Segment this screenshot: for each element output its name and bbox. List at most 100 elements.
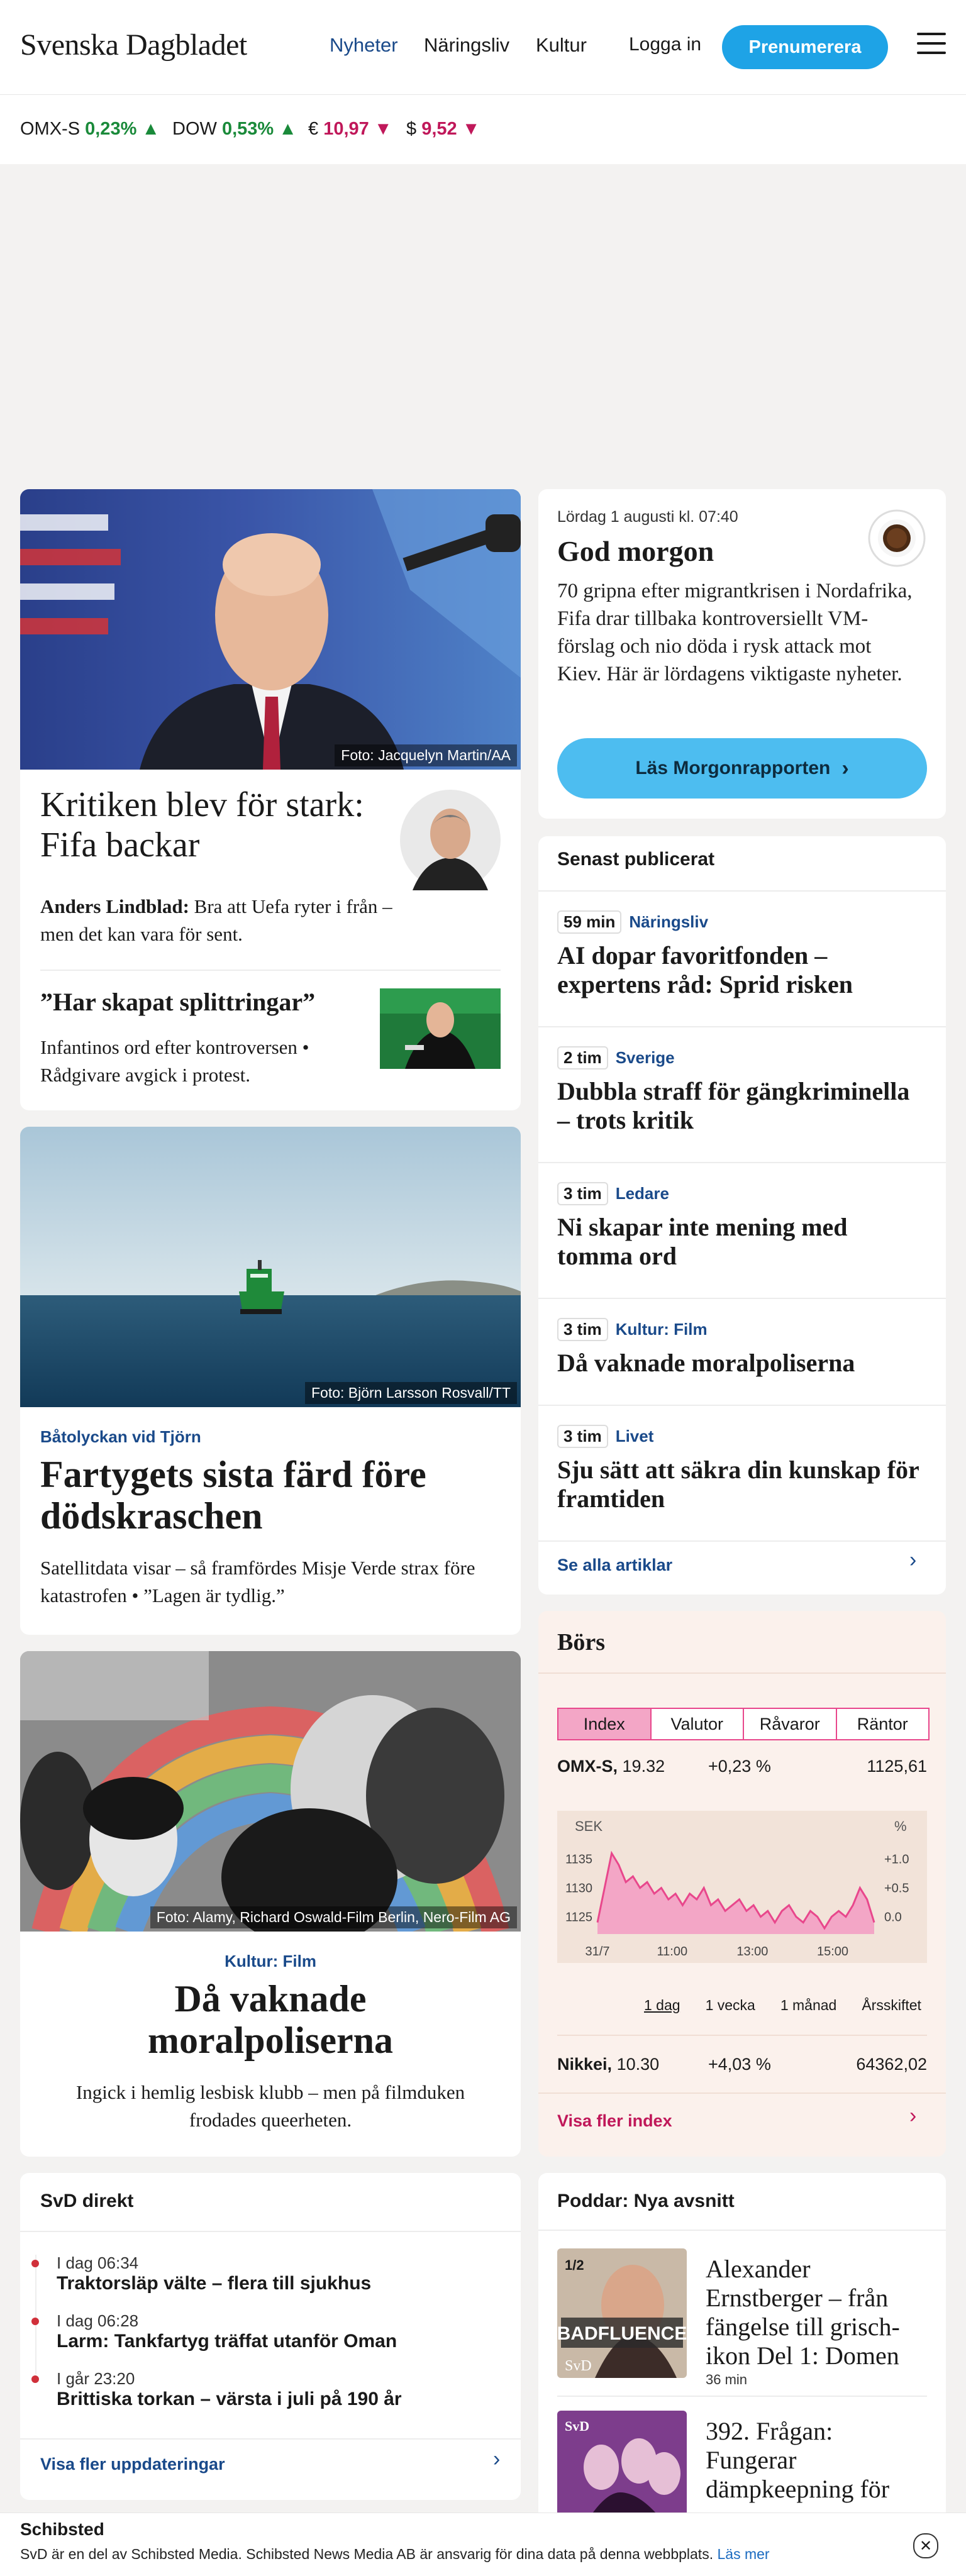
nav-naringsliv[interactable]: Näringsliv [424,34,509,57]
divider [538,1540,946,1542]
sub-thumbnail [380,988,501,1069]
chevron-right-icon[interactable]: › [909,1548,916,1573]
more-updates-link[interactable]: Visa fler uppdateringar [40,2455,225,2474]
sub-headline[interactable]: ”Har skapat splittringar” [40,987,315,1017]
chart-ylabel: SEK [575,1818,602,1834]
see-all-articles-link[interactable]: Se alla artiklar [557,1556,672,1575]
second-index-row[interactable]: Nikkei, 10.30 [557,2055,659,2074]
more-index-link[interactable]: Visa fler index [557,2111,672,2131]
period-1-day[interactable]: 1 dag [644,1997,680,2014]
film-article-card[interactable]: Foto: Alamy, Richard Oswald-Film Berlin,… [20,1651,521,2157]
direkt-item[interactable]: I går 23:20 Brittiska torkan – värsta i … [31,2369,497,2410]
divider [557,2035,927,2036]
chevron-right-icon: › [841,756,849,780]
film-headline[interactable]: Då vaknade moralpoliserna [58,1978,483,2061]
period-selector: 1 dag 1 vecka 1 månad Årsskiftet [644,1997,921,2014]
ship-text: Satellitdata visar – så framfördes Misje… [40,1557,475,1606]
divider [20,2231,521,2232]
tab-ravaror[interactable]: Råvaror [744,1709,837,1739]
latest-item[interactable]: 3 tim Livet Sju sätt att säkra din kunska… [557,1425,928,1513]
nav-kultur[interactable]: Kultur [536,34,587,57]
ticker-dollar[interactable]: $ 9,52 ▼ [406,119,480,140]
ship-headline[interactable]: Fartygets sista färd före dödskraschen [40,1454,506,1537]
film-kicker[interactable]: Kultur: Film [20,1952,521,1971]
morning-title: God morgon [557,535,714,567]
chevron-right-icon[interactable]: › [493,2447,500,2472]
morning-report-button[interactable]: Läs Morgonrapporten › [557,738,927,799]
arrow-up-icon: ▲ [142,119,160,139]
bors-card: Börs Index Valutor Råvaror Räntor OMX-S,… [538,1611,946,2157]
morning-card: Lördag 1 augusti kl. 07:40 God morgon 70… [538,489,946,819]
latest-item[interactable]: 2 tim Sverige Dubbla straff för gängkrimi… [557,1046,928,1135]
tab-index[interactable]: Index [558,1709,652,1739]
second-index-level: 64362,02 [856,2055,927,2074]
latest-item[interactable]: 3 tim Ledare Ni skapar inte mening med to… [557,1182,928,1271]
divider [538,1298,946,1299]
latest-item[interactable]: 59 min Näringsliv AI dopar favoritfonden … [557,910,928,999]
direkt-item[interactable]: I dag 06:34 Traktorsläp välte – flera ti… [31,2253,497,2294]
period-ytd[interactable]: Årsskiftet [862,1997,921,2014]
latest-item[interactable]: 3 tim Kultur: Film Då vaknade moralpolise… [557,1318,928,1378]
divider [538,1405,946,1406]
bors-title: Börs [557,1629,605,1656]
x-tick-label: 13:00 [736,1945,768,1959]
lead-article-card[interactable]: Foto: Jacquelyn Martin/AA Kritiken blev … [20,489,521,1110]
poddar-title: Poddar: Nya avsnitt [557,2191,735,2211]
y2-tick-label: +1.0 [884,1853,909,1867]
y2-tick-label: +0.5 [884,1882,909,1896]
film-photo [20,1651,521,1932]
photo-credit: Foto: Björn Larsson Rosvall/TT [304,1382,517,1404]
subscribe-button[interactable]: Prenumerera [722,25,888,69]
divider [20,2438,521,2440]
episode-title: Alexander Ernstberger – från fängelse ti… [706,2255,900,2370]
dot-icon [31,2318,39,2325]
sub-text: Infantinos ord efter kontroversen • Rådg… [40,1036,309,1086]
cover-text: BADFLUENCE [557,2323,687,2344]
chevron-right-icon[interactable]: › [909,2104,916,2128]
consent-text: SvD är en del av Schibsted Media. Schibs… [20,2546,770,2562]
ticker-omxs[interactable]: OMX-S 0,23% ▲ [20,119,160,140]
index-change: +0,23 % [708,1757,771,1776]
arrow-down-icon: ▼ [374,119,392,139]
read-more-link[interactable]: Läs mer [717,2546,769,2562]
period-1-week[interactable]: 1 vecka [706,1997,755,2014]
divider [538,890,946,892]
tab-rantor[interactable]: Räntor [836,1709,928,1739]
morning-text: 70 gripna efter migrantkrisen i Nordafri… [557,580,913,685]
index-chart[interactable]: SEK % 1135 1130 1125 +1.0 +0.5 0.0 31/7 11:00 13… [557,1811,927,1963]
y-tick-label: 1130 [565,1882,592,1896]
market-ticker: OMX-S 0,23% ▲ DOW 0,53% ▲ € 10,97 ▼ $ 9,… [0,95,966,164]
x-tick-label: 11:00 [657,1945,688,1959]
tab-valutor[interactable]: Valutor [651,1709,744,1739]
arrow-up-icon: ▲ [279,119,297,139]
schibsted-logo: Schibsted [20,2519,104,2539]
close-icon[interactable]: ✕ [913,2533,938,2558]
index-row[interactable]: OMX-S, 19.32 [557,1757,665,1776]
y-tick-label: 1125 [565,1910,592,1924]
ship-article-card[interactable]: Foto: Björn Larsson Rosvall/TT Båtolycka… [20,1127,521,1635]
photo-credit: Foto: Alamy, Richard Oswald-Film Berlin,… [150,1906,517,1928]
episode-duration: 36 min [706,2372,748,2387]
lead-headline[interactable]: Kritiken blev för stark: Fifa backar [40,785,380,865]
coffee-cup-icon [868,509,926,567]
nav-nyheter[interactable]: Nyheter [330,34,398,57]
direkt-title: SvD direkt [40,2191,134,2211]
period-1-month[interactable]: 1 månad [780,1997,837,2014]
site-logo[interactable]: Svenska Dagbladet [20,28,247,62]
ship-photo [20,1127,521,1407]
ship-kicker[interactable]: Båtolyckan vid Tjörn [40,1427,201,1447]
podcast-episode[interactable]: BADFLUENCE 1/2 SvD Alexander Ernstberger… [557,2248,927,2387]
episode-badge: 1/2 [565,2257,584,2273]
ticker-dow[interactable]: DOW 0,53% ▲ [172,119,297,140]
y-tick-label: 1135 [565,1853,592,1867]
login-link[interactable]: Logga in [629,34,701,55]
consent-footer: Schibsted SvD är en del av Schibsted Med… [0,2512,966,2576]
ticker-euro[interactable]: € 10,97 ▼ [308,119,392,140]
photo-credit: Foto: Jacquelyn Martin/AA [335,744,517,766]
divider [557,2396,927,2397]
lead-byline: Anders Lindblad: Bra att Uefa ryter i fr… [40,893,430,948]
direkt-item[interactable]: I dag 06:28 Larm: Tankfartyg träffat uta… [31,2311,497,2352]
hamburger-menu-icon[interactable] [917,33,946,58]
divider [538,2230,946,2231]
divider [538,1162,946,1163]
